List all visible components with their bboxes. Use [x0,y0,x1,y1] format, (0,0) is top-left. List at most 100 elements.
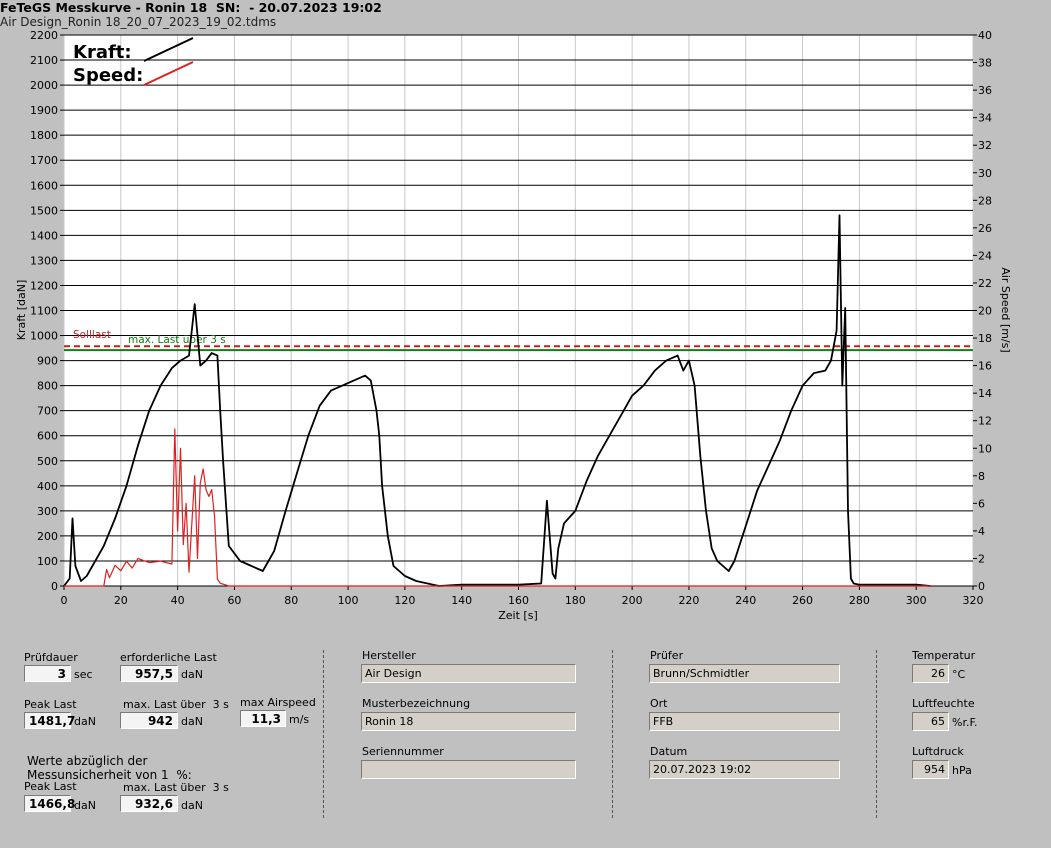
y-tick-label: 600 [37,430,58,443]
ort-field[interactable]: FFB [649,712,840,731]
x-tick-label: 160 [508,594,529,607]
panel-divider-3 [876,650,877,818]
y-right-tick-label: 34 [978,112,992,125]
pruefdauer-value: 3 [24,665,71,682]
luftdruck-field[interactable]: 954 [912,760,949,779]
x-tick-label: 80 [284,594,298,607]
y-tick-label: 1200 [30,279,58,292]
max-last-3s-label: max. Last über 3 s [123,698,229,711]
musterbezeichnung-field[interactable]: Ronin 18 [361,712,576,731]
y-axis-label: Kraft [daN] [15,280,28,341]
y-right-tick-label: 32 [978,139,992,152]
temperatur-label: Temperatur [912,649,976,662]
peak-last-corr-label: Peak Last [24,780,77,793]
x-tick-label: 260 [792,594,813,607]
seriennummer-label: Seriennummer [362,745,444,758]
x-tick-label: 20 [114,594,128,607]
y-right-tick-label: 20 [978,305,992,318]
max-last-3s-corr-label: max. Last über 3 s [123,781,229,794]
x-axis-label: Zeit [s] [498,609,537,622]
luftfeuchte-field[interactable]: 65 [912,712,949,731]
erforderliche-last-label: erforderliche Last [120,651,217,664]
y-right-tick-label: 12 [978,415,992,428]
y-right-tick-label: 36 [978,84,992,97]
datum-label: Datum [650,745,688,758]
y-right-tick-label: 2 [978,552,985,565]
force-speed-chart: 0 20 40 60 80 100 120 140 160 180 200 220 240 260 280 3… [15,29,1012,622]
pruefer-label: Prüfer [650,649,684,662]
y-tick-label: 2100 [30,54,58,67]
y-right-tick-label: 10 [978,442,992,455]
pruefer-field[interactable]: Brunn/Schmidtler [649,664,840,683]
y-right-tick-label: 22 [978,277,992,290]
y-tick-label: 1800 [30,129,58,142]
y-tick-label: 900 [37,355,58,368]
luftdruck-unit: hPa [952,764,972,777]
hersteller-field[interactable]: Air Design [361,664,576,683]
x-tick-label: 120 [394,594,415,607]
y-tick-label: 400 [37,480,58,493]
hersteller-label: Hersteller [362,649,416,662]
y-right-tick-label: 16 [978,360,992,373]
y-tick-label: 1100 [30,305,58,318]
temperatur-unit: °C [952,668,966,681]
y-right-tick-label: 6 [978,497,985,510]
x-tick-label: 280 [849,594,870,607]
panel-divider-2 [612,650,613,818]
erforderliche-last-unit: daN [181,668,203,681]
reference-line-label-1: max. Last über 3 s [128,334,226,346]
ort-label: Ort [650,697,668,710]
reference-line-label-0: Solllast [73,329,111,341]
x-tick-label: 180 [565,594,586,607]
y-tick-label: 1600 [30,179,58,192]
y-right-tick-label: 8 [978,470,985,483]
panel-divider-1 [323,650,324,818]
y-right-tick-label: 0 [978,580,985,593]
y-tick-label: 1400 [30,229,58,242]
max-last-3s-corr-value: 932,6 [120,795,178,812]
y-right-tick-label: 30 [978,167,992,180]
max-airspeed-label: max Airspeed [240,696,316,709]
peak-last-unit: daN [74,715,96,728]
max-last-3s-unit: daN [181,715,203,728]
luftfeuchte-label: Luftfeuchte [912,697,975,710]
x-tick-label: 100 [338,594,359,607]
peak-last-label: Peak Last [24,698,77,711]
x-tick-label: 140 [451,594,472,607]
max-airspeed-value: 11,3 [240,710,286,727]
x-tick-label: 40 [171,594,185,607]
y-axis-right-label: Air Speed [m/s] [999,267,1012,352]
x-tick-label: 60 [227,594,241,607]
y-right-tick-label: 40 [978,29,992,42]
max-airspeed-unit: m/s [289,713,310,726]
y-right-tick-label: 18 [978,332,992,345]
y-tick-label: 2000 [30,79,58,92]
datum-field[interactable]: 20.07.2023 19:02 [649,760,840,779]
y-tick-label: 800 [37,380,58,393]
y-tick-label: 1900 [30,104,58,117]
y-tick-label: 1700 [30,154,58,167]
pruefdauer-unit: sec [74,668,93,681]
y-right-tick-label: 14 [978,387,992,400]
y-right-tick-label: 24 [978,249,992,262]
x-tick-label: 200 [622,594,643,607]
musterbezeichnung-label: Musterbezeichnung [362,697,471,710]
pruefdauer-label: Prüfdauer [24,651,78,664]
y-tick-label: 700 [37,405,58,418]
y-tick-label: 300 [37,505,58,518]
y-tick-label: 1300 [30,254,58,267]
temperatur-field[interactable]: 26 [912,664,949,683]
peak-last-value: 1481,7 [24,712,75,729]
y-tick-label: 500 [37,455,58,468]
x-tick-label: 300 [906,594,927,607]
y-tick-label: 1500 [30,204,58,217]
y-right-tick-label: 26 [978,222,992,235]
x-tick-label: 0 [61,594,68,607]
y-tick-label: 1000 [30,330,58,343]
werte-note-line-1: Werte abzüglich der [27,754,148,768]
peak-last-corr-unit: daN [74,799,96,812]
y-tick-label: 100 [37,555,58,568]
x-tick-label: 240 [735,594,756,607]
luftfeuchte-unit: %r.F. [952,716,978,729]
seriennummer-field[interactable] [361,760,576,779]
